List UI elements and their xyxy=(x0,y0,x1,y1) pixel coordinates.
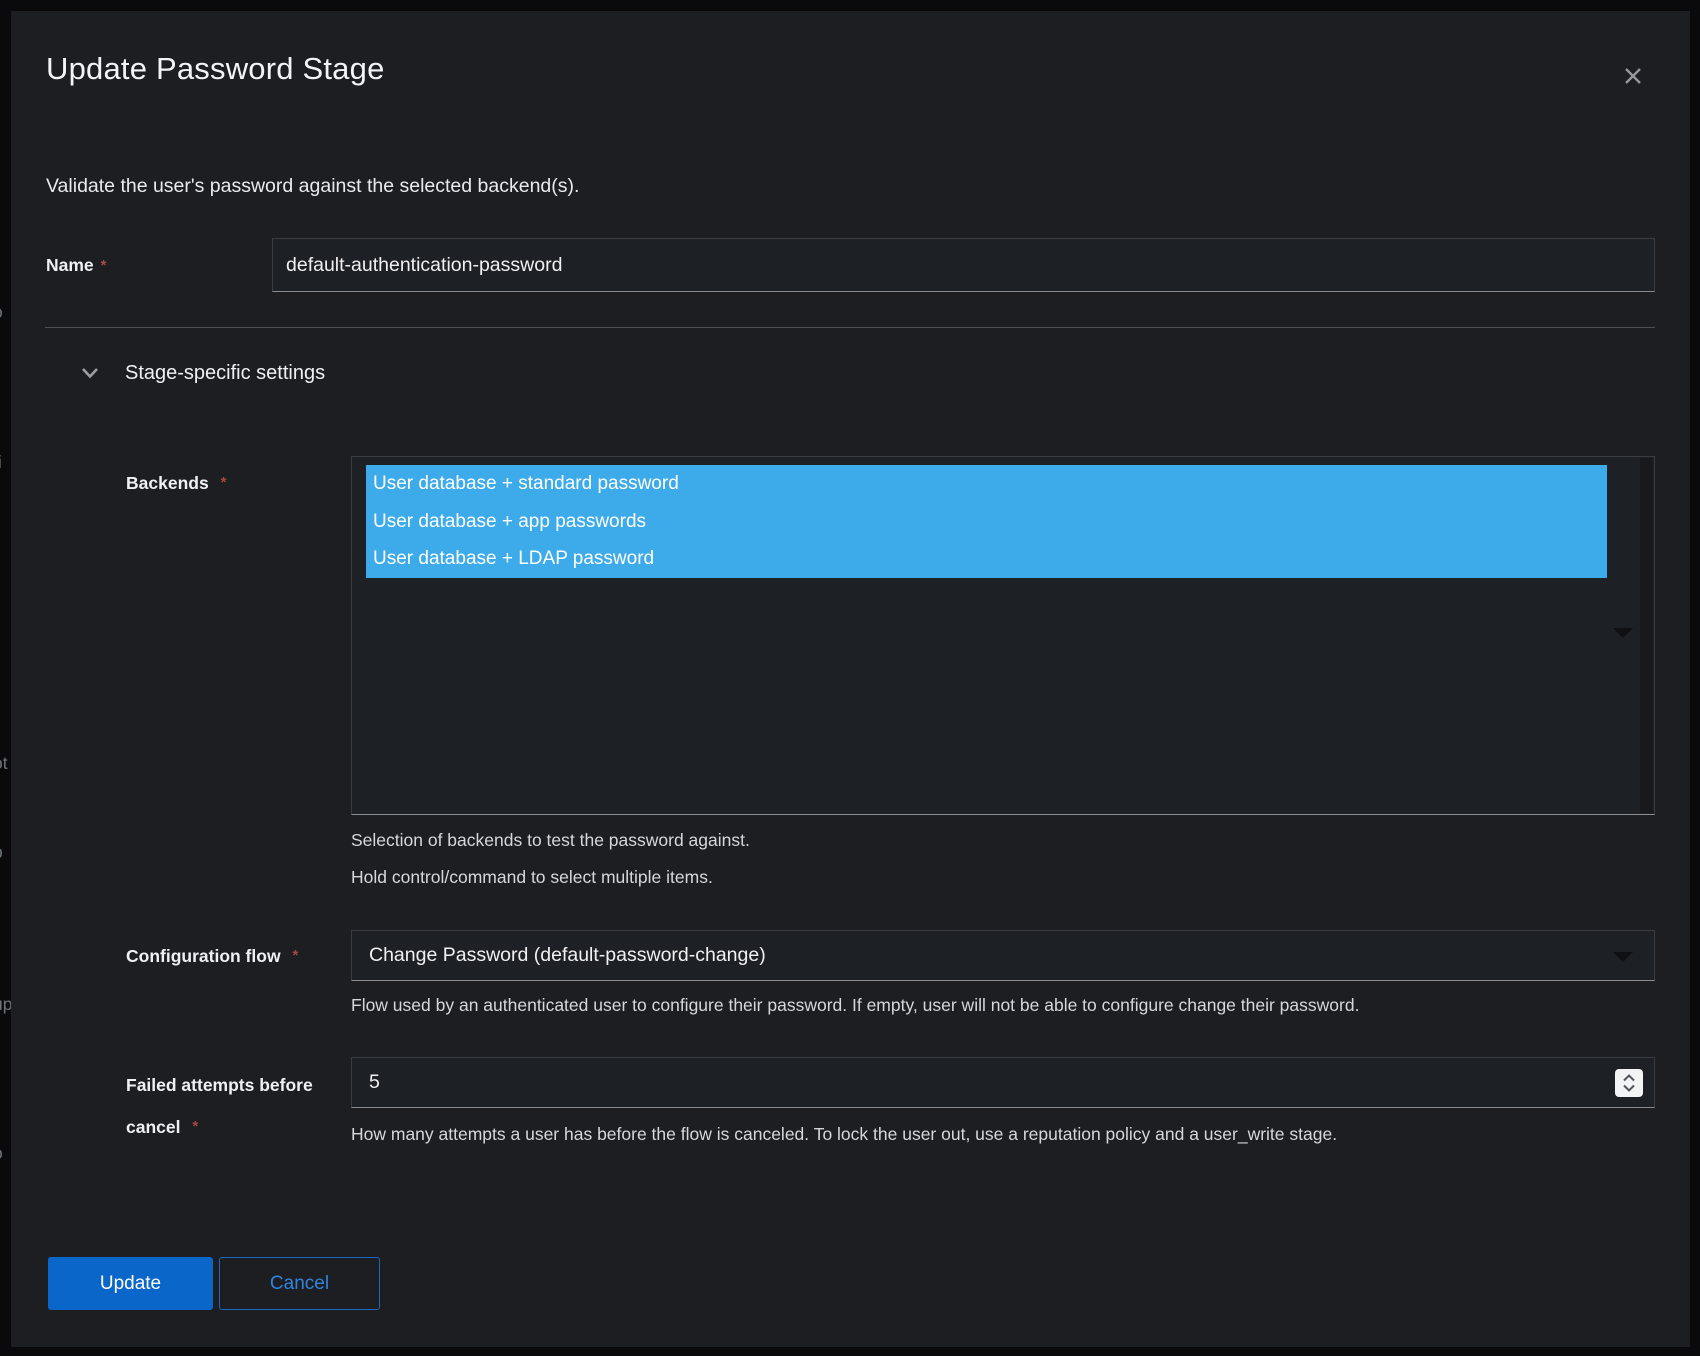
failed-attempts-label: Failed attempts before cancel * xyxy=(126,1064,359,1148)
listbox-scrollbar[interactable] xyxy=(1640,458,1653,813)
chevron-down-icon xyxy=(1622,1084,1636,1092)
cancel-button[interactable]: Cancel xyxy=(219,1257,380,1310)
backend-option[interactable]: User database + standard password xyxy=(366,465,1607,503)
chevron-down-icon xyxy=(81,367,99,379)
background-text-fragment: p xyxy=(0,840,11,864)
backend-option[interactable]: User database + LDAP password xyxy=(366,540,1607,578)
backends-help: Selection of backends to test the passwo… xyxy=(351,822,750,896)
background-text-fragment: o xyxy=(0,300,11,324)
close-icon xyxy=(1622,65,1644,87)
modal-title: Update Password Stage xyxy=(46,51,385,87)
background-text-fragment: up xyxy=(0,992,11,1016)
configuration-flow-label: Configuration flow * xyxy=(126,946,298,967)
stage-specific-settings-toggle[interactable]: Stage-specific settings xyxy=(70,356,325,390)
backend-option[interactable]: User database + app passwords xyxy=(366,503,1607,541)
caret-down-icon xyxy=(1613,628,1633,638)
configuration-flow-help: Flow used by an authenticated user to co… xyxy=(351,987,1359,1024)
required-asterisk: * xyxy=(221,474,227,491)
required-asterisk: * xyxy=(101,257,107,274)
configuration-flow-select[interactable]: Change Password (default-password-change… xyxy=(351,930,1655,981)
update-button[interactable]: Update xyxy=(48,1257,213,1310)
required-asterisk: * xyxy=(292,947,298,964)
close-button[interactable] xyxy=(1614,57,1652,95)
background-text-fragment: o xyxy=(0,1141,11,1165)
chevron-up-icon xyxy=(1622,1074,1636,1082)
name-label: Name * xyxy=(46,238,107,292)
name-input[interactable] xyxy=(272,238,1655,292)
update-password-stage-modal: Update Password Stage Validate the user'… xyxy=(11,11,1690,1347)
background-text-fragment: ot xyxy=(0,751,11,775)
divider xyxy=(45,327,1655,328)
caret-down-icon xyxy=(1613,952,1633,962)
failed-attempts-field xyxy=(351,1057,1655,1108)
backends-label: Backends * xyxy=(126,473,226,494)
background-text-fragment: ti xyxy=(0,450,11,474)
required-asterisk: * xyxy=(192,1118,198,1135)
modal-description: Validate the user's password against the… xyxy=(46,171,579,201)
failed-attempts-input[interactable] xyxy=(351,1057,1655,1108)
number-stepper[interactable] xyxy=(1615,1069,1643,1097)
backends-multiselect[interactable]: User database + standard password User d… xyxy=(351,456,1655,815)
failed-attempts-help: How many attempts a user has before the … xyxy=(351,1116,1337,1153)
section-title: Stage-specific settings xyxy=(125,362,325,385)
